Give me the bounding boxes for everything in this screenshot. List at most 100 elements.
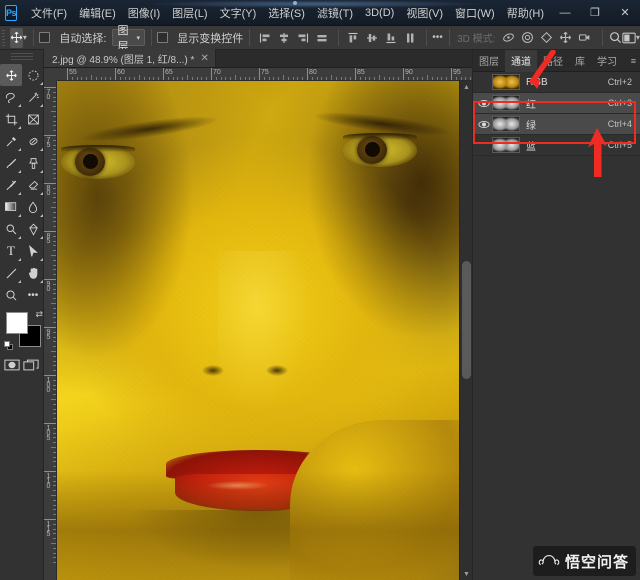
tools-panel-grip[interactable] <box>10 53 33 61</box>
type-tool[interactable]: T <box>0 240 22 262</box>
current-tool-icon[interactable] <box>9 27 23 48</box>
auto-select-checkbox[interactable] <box>39 32 51 43</box>
auto-select-scope-dropdown[interactable]: 图层 ▾ <box>112 25 145 53</box>
ruler-tick-minor <box>311 77 313 80</box>
workspace-icon[interactable] <box>622 28 636 47</box>
tab-libraries[interactable]: 库 <box>569 50 591 72</box>
crop-tool[interactable] <box>0 108 22 130</box>
quick-mask-icon[interactable] <box>3 356 22 374</box>
line-tool[interactable] <box>0 262 22 284</box>
distribute-vertical-icon[interactable] <box>401 28 420 47</box>
ruler-tick-minor <box>398 77 400 80</box>
document-tab[interactable]: 2.jpg @ 48.9% (图层 1, 红/8...) * ✕ <box>44 49 216 67</box>
search-icon[interactable] <box>609 28 622 47</box>
tab-paths[interactable]: 路径 <box>537 50 569 72</box>
lasso-tool[interactable] <box>0 86 22 108</box>
panel-menu-icon[interactable]: ≡ <box>631 56 636 66</box>
channel-row-rgb[interactable]: RGB Ctrl+2 <box>473 72 640 93</box>
eye-icon[interactable] <box>475 93 492 114</box>
document-image[interactable] <box>57 81 459 580</box>
menu-3d[interactable]: 3D(D) <box>359 4 400 22</box>
align-vertical-centers-icon[interactable] <box>363 28 382 47</box>
ruler-tick-minor <box>53 523 56 525</box>
menu-view[interactable]: 视图(V) <box>400 2 449 24</box>
tab-channels[interactable]: 通道 <box>505 49 537 72</box>
swap-colors-icon[interactable]: ⇄ <box>35 309 43 320</box>
scrollbar-thumb[interactable] <box>462 261 471 379</box>
hand-tool[interactable] <box>22 262 44 284</box>
screen-mode-icon[interactable] <box>22 356 41 374</box>
options-bar-grip[interactable] <box>2 28 5 47</box>
close-button[interactable]: ✕ <box>610 0 640 26</box>
ruler-corner <box>44 68 57 81</box>
history-brush-tool[interactable] <box>0 174 22 196</box>
drag-3d-icon[interactable] <box>556 28 575 47</box>
ruler-label: 70 <box>213 69 221 76</box>
slide-3d-icon[interactable] <box>537 28 556 47</box>
menu-image[interactable]: 图像(I) <box>122 2 166 24</box>
eye-icon[interactable] <box>475 114 492 135</box>
ruler-tick-minor <box>51 111 56 112</box>
marquee-tool[interactable] <box>22 64 44 86</box>
zoom-tool[interactable] <box>0 284 22 306</box>
align-left-edges-icon[interactable] <box>256 28 275 47</box>
align-top-edges-icon[interactable] <box>344 28 363 47</box>
eraser-tool[interactable] <box>22 174 44 196</box>
align-bottom-edges-icon[interactable] <box>382 28 401 47</box>
tab-learn[interactable]: 学习 <box>591 50 623 72</box>
eyedropper-tool[interactable] <box>0 130 22 152</box>
ruler-tick-minor <box>148 77 150 80</box>
menu-file[interactable]: 文件(F) <box>25 2 73 24</box>
show-transform-label: 显示变换控件 <box>177 32 244 45</box>
spot-healing-tool[interactable] <box>22 130 44 152</box>
menu-select[interactable]: 选择(S) <box>262 2 311 24</box>
close-icon[interactable]: ✕ <box>200 53 208 64</box>
channel-row-blue[interactable]: 蓝 Ctrl+5 <box>473 135 640 156</box>
maximize-button[interactable]: ❐ <box>580 0 610 26</box>
foreground-color-swatch[interactable] <box>6 312 28 334</box>
distribute-horizontal-icon[interactable] <box>313 28 332 47</box>
menu-type[interactable]: 文字(Y) <box>214 2 263 24</box>
roll-3d-icon[interactable] <box>518 28 537 47</box>
photoshop-window: Ps 文件(F) 编辑(E) 图像(I) 图层(L) 文字(Y) 选择(S) 滤… <box>0 0 640 580</box>
menu-filter[interactable]: 滤镜(T) <box>311 2 359 24</box>
magic-wand-tool[interactable] <box>22 86 44 108</box>
default-colors-icon[interactable] <box>4 341 13 350</box>
flyout-triangle-icon <box>40 170 43 173</box>
tab-layers[interactable]: 图层 <box>473 50 505 72</box>
path-selection-tool[interactable] <box>22 240 44 262</box>
show-transform-checkbox[interactable] <box>157 32 169 43</box>
ruler-tick-minor <box>53 437 56 439</box>
minimize-button[interactable]: — <box>550 0 580 26</box>
clone-stamp-tool[interactable] <box>22 152 44 174</box>
ruler-tick-minor <box>100 77 102 80</box>
channel-row-red[interactable]: 红 Ctrl+3 <box>473 93 640 114</box>
canvas-vertical-scrollbar[interactable]: ▲ ▼ <box>459 81 472 580</box>
scale-3d-icon[interactable] <box>575 28 594 47</box>
blur-tool[interactable] <box>22 196 44 218</box>
move-tool[interactable] <box>0 64 22 86</box>
align-right-edges-icon[interactable] <box>294 28 313 47</box>
dodge-tool[interactable] <box>0 218 22 240</box>
rotate-3d-icon[interactable] <box>499 28 518 47</box>
more-options-button[interactable]: ••• <box>432 28 443 47</box>
brush-tool[interactable] <box>0 152 22 174</box>
align-horizontal-centers-icon[interactable] <box>275 28 294 47</box>
edit-toolbar-button[interactable]: ••• <box>22 284 44 306</box>
pen-tool[interactable] <box>22 218 44 240</box>
channel-row-green[interactable]: 绿 Ctrl+4 <box>473 114 640 135</box>
menu-layer[interactable]: 图层(L) <box>166 2 213 24</box>
ruler-tick-major <box>44 231 56 232</box>
ruler-tick-minor <box>393 77 395 80</box>
ruler-tick-major <box>44 471 56 472</box>
ruler-tick-minor <box>53 101 56 103</box>
face-photo-yellow-channel-view <box>57 81 459 580</box>
frame-tool[interactable] <box>22 108 44 130</box>
flyout-triangle-icon <box>18 214 21 217</box>
menu-edit[interactable]: 编辑(E) <box>73 2 122 24</box>
gradient-tool[interactable] <box>0 196 22 218</box>
menu-window[interactable]: 窗口(W) <box>449 2 501 24</box>
menu-help[interactable]: 帮助(H) <box>501 2 550 24</box>
tool-preset-chevron-icon[interactable]: ▾ <box>23 33 27 42</box>
workspace-chevron-icon[interactable]: ▾ <box>636 33 640 42</box>
